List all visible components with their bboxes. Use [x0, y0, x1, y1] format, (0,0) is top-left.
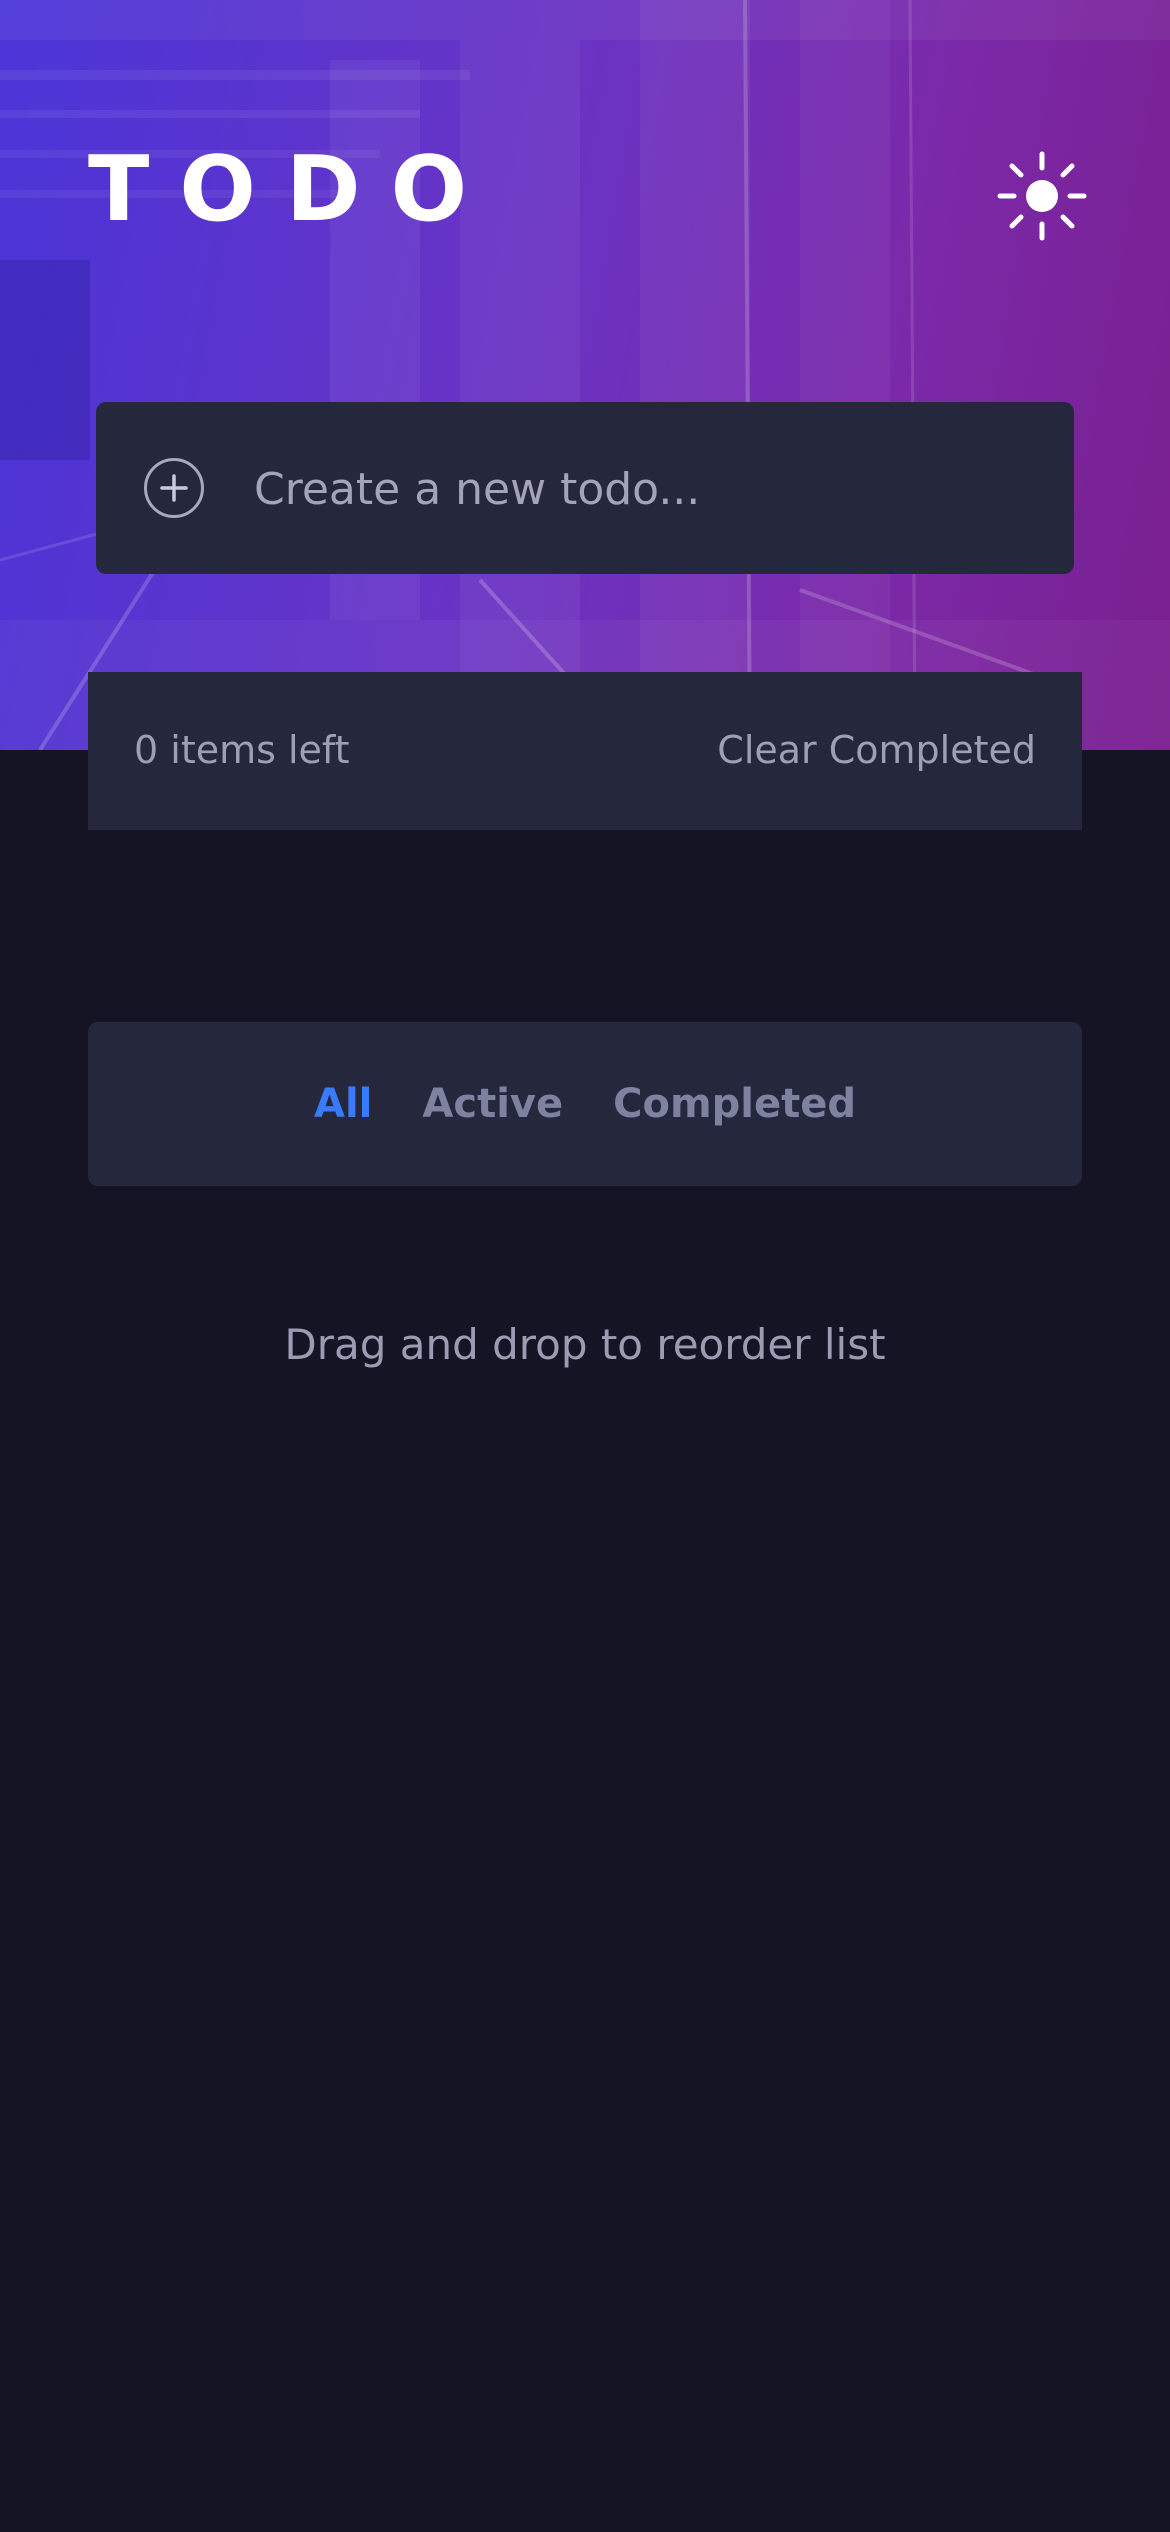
new-todo-card	[96, 402, 1074, 574]
items-left-count: 0 items left	[134, 728, 350, 772]
sun-icon	[997, 151, 1087, 241]
theme-toggle-button[interactable]	[996, 150, 1088, 242]
filter-completed-button[interactable]: Completed	[613, 1081, 856, 1127]
filter-bar: All Active Completed	[88, 1022, 1082, 1186]
list-footer: 0 items left Clear Completed	[88, 672, 1082, 830]
add-todo-button[interactable]	[144, 458, 204, 518]
new-todo-input[interactable]	[252, 448, 1036, 530]
reorder-hint: Drag and drop to reorder list	[284, 1320, 886, 1369]
header-background: TODO	[0, 0, 1170, 750]
app-title: TODO	[88, 137, 498, 242]
filter-all-button[interactable]: All	[314, 1081, 372, 1127]
filter-active-button[interactable]: Active	[422, 1081, 563, 1127]
plus-circle-icon	[160, 474, 188, 502]
background-image	[0, 0, 1170, 750]
clear-completed-button[interactable]: Clear Completed	[717, 724, 1036, 776]
